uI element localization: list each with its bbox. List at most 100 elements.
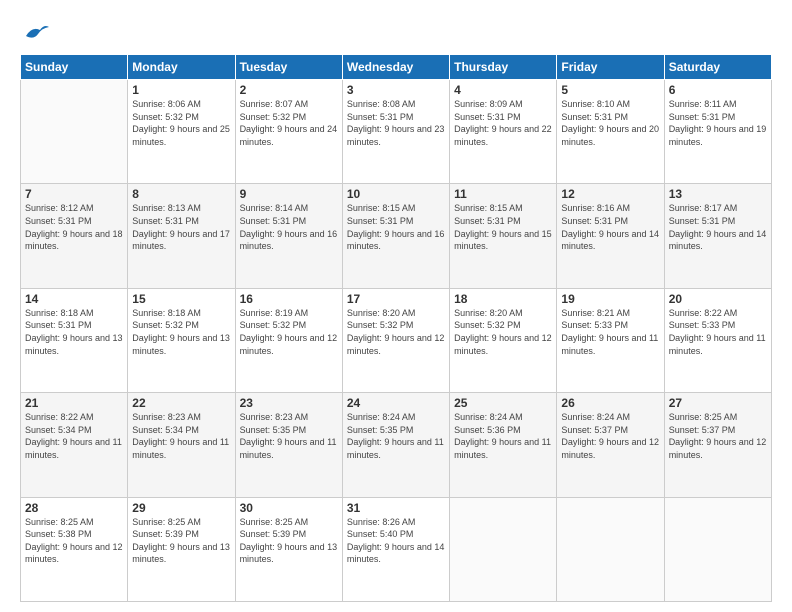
- day-info: Sunrise: 8:20 AMSunset: 5:32 PMDaylight:…: [347, 307, 445, 357]
- day-info: Sunrise: 8:26 AMSunset: 5:40 PMDaylight:…: [347, 516, 445, 566]
- calendar-cell: [450, 497, 557, 601]
- day-info: Sunrise: 8:14 AMSunset: 5:31 PMDaylight:…: [240, 202, 338, 252]
- calendar-cell: 19Sunrise: 8:21 AMSunset: 5:33 PMDayligh…: [557, 288, 664, 392]
- calendar-cell: 27Sunrise: 8:25 AMSunset: 5:37 PMDayligh…: [664, 393, 771, 497]
- calendar-cell: 8Sunrise: 8:13 AMSunset: 5:31 PMDaylight…: [128, 184, 235, 288]
- calendar-week-row: 7Sunrise: 8:12 AMSunset: 5:31 PMDaylight…: [21, 184, 772, 288]
- day-info: Sunrise: 8:25 AMSunset: 5:38 PMDaylight:…: [25, 516, 123, 566]
- day-number: 3: [347, 83, 445, 97]
- calendar-cell: 9Sunrise: 8:14 AMSunset: 5:31 PMDaylight…: [235, 184, 342, 288]
- day-info: Sunrise: 8:11 AMSunset: 5:31 PMDaylight:…: [669, 98, 767, 148]
- logo-bird-icon: [22, 22, 50, 44]
- day-number: 30: [240, 501, 338, 515]
- weekday-header: Saturday: [664, 55, 771, 80]
- day-info: Sunrise: 8:18 AMSunset: 5:32 PMDaylight:…: [132, 307, 230, 357]
- calendar-cell: 7Sunrise: 8:12 AMSunset: 5:31 PMDaylight…: [21, 184, 128, 288]
- calendar-cell: 18Sunrise: 8:20 AMSunset: 5:32 PMDayligh…: [450, 288, 557, 392]
- calendar-cell: 12Sunrise: 8:16 AMSunset: 5:31 PMDayligh…: [557, 184, 664, 288]
- calendar-cell: [664, 497, 771, 601]
- calendar-cell: 23Sunrise: 8:23 AMSunset: 5:35 PMDayligh…: [235, 393, 342, 497]
- calendar-cell: 5Sunrise: 8:10 AMSunset: 5:31 PMDaylight…: [557, 80, 664, 184]
- day-info: Sunrise: 8:13 AMSunset: 5:31 PMDaylight:…: [132, 202, 230, 252]
- day-number: 15: [132, 292, 230, 306]
- weekday-header: Friday: [557, 55, 664, 80]
- day-number: 12: [561, 187, 659, 201]
- calendar-cell: 28Sunrise: 8:25 AMSunset: 5:38 PMDayligh…: [21, 497, 128, 601]
- day-number: 28: [25, 501, 123, 515]
- calendar-week-row: 14Sunrise: 8:18 AMSunset: 5:31 PMDayligh…: [21, 288, 772, 392]
- weekday-header: Tuesday: [235, 55, 342, 80]
- day-info: Sunrise: 8:25 AMSunset: 5:39 PMDaylight:…: [132, 516, 230, 566]
- weekday-header: Monday: [128, 55, 235, 80]
- day-info: Sunrise: 8:19 AMSunset: 5:32 PMDaylight:…: [240, 307, 338, 357]
- calendar-cell: [557, 497, 664, 601]
- day-number: 10: [347, 187, 445, 201]
- day-info: Sunrise: 8:18 AMSunset: 5:31 PMDaylight:…: [25, 307, 123, 357]
- calendar-cell: 15Sunrise: 8:18 AMSunset: 5:32 PMDayligh…: [128, 288, 235, 392]
- day-number: 8: [132, 187, 230, 201]
- calendar-cell: 1Sunrise: 8:06 AMSunset: 5:32 PMDaylight…: [128, 80, 235, 184]
- calendar-cell: 16Sunrise: 8:19 AMSunset: 5:32 PMDayligh…: [235, 288, 342, 392]
- calendar-cell: 20Sunrise: 8:22 AMSunset: 5:33 PMDayligh…: [664, 288, 771, 392]
- day-number: 19: [561, 292, 659, 306]
- day-number: 29: [132, 501, 230, 515]
- day-number: 17: [347, 292, 445, 306]
- day-number: 27: [669, 396, 767, 410]
- day-info: Sunrise: 8:08 AMSunset: 5:31 PMDaylight:…: [347, 98, 445, 148]
- calendar-cell: 30Sunrise: 8:25 AMSunset: 5:39 PMDayligh…: [235, 497, 342, 601]
- calendar-cell: 14Sunrise: 8:18 AMSunset: 5:31 PMDayligh…: [21, 288, 128, 392]
- day-info: Sunrise: 8:25 AMSunset: 5:37 PMDaylight:…: [669, 411, 767, 461]
- day-info: Sunrise: 8:09 AMSunset: 5:31 PMDaylight:…: [454, 98, 552, 148]
- calendar-week-row: 28Sunrise: 8:25 AMSunset: 5:38 PMDayligh…: [21, 497, 772, 601]
- day-info: Sunrise: 8:17 AMSunset: 5:31 PMDaylight:…: [669, 202, 767, 252]
- calendar: SundayMondayTuesdayWednesdayThursdayFrid…: [20, 54, 772, 602]
- day-number: 24: [347, 396, 445, 410]
- calendar-cell: 13Sunrise: 8:17 AMSunset: 5:31 PMDayligh…: [664, 184, 771, 288]
- calendar-cell: 21Sunrise: 8:22 AMSunset: 5:34 PMDayligh…: [21, 393, 128, 497]
- day-number: 4: [454, 83, 552, 97]
- calendar-cell: 6Sunrise: 8:11 AMSunset: 5:31 PMDaylight…: [664, 80, 771, 184]
- day-info: Sunrise: 8:24 AMSunset: 5:35 PMDaylight:…: [347, 411, 445, 461]
- calendar-header-row: SundayMondayTuesdayWednesdayThursdayFrid…: [21, 55, 772, 80]
- day-info: Sunrise: 8:15 AMSunset: 5:31 PMDaylight:…: [347, 202, 445, 252]
- day-number: 5: [561, 83, 659, 97]
- calendar-cell: 22Sunrise: 8:23 AMSunset: 5:34 PMDayligh…: [128, 393, 235, 497]
- day-number: 14: [25, 292, 123, 306]
- day-info: Sunrise: 8:16 AMSunset: 5:31 PMDaylight:…: [561, 202, 659, 252]
- day-number: 11: [454, 187, 552, 201]
- calendar-week-row: 1Sunrise: 8:06 AMSunset: 5:32 PMDaylight…: [21, 80, 772, 184]
- day-number: 25: [454, 396, 552, 410]
- day-number: 6: [669, 83, 767, 97]
- logo: [20, 22, 50, 44]
- day-info: Sunrise: 8:23 AMSunset: 5:35 PMDaylight:…: [240, 411, 338, 461]
- calendar-cell: 3Sunrise: 8:08 AMSunset: 5:31 PMDaylight…: [342, 80, 449, 184]
- day-number: 26: [561, 396, 659, 410]
- day-info: Sunrise: 8:20 AMSunset: 5:32 PMDaylight:…: [454, 307, 552, 357]
- weekday-header: Sunday: [21, 55, 128, 80]
- day-info: Sunrise: 8:24 AMSunset: 5:37 PMDaylight:…: [561, 411, 659, 461]
- day-number: 21: [25, 396, 123, 410]
- weekday-header: Wednesday: [342, 55, 449, 80]
- day-number: 18: [454, 292, 552, 306]
- day-number: 23: [240, 396, 338, 410]
- calendar-cell: 2Sunrise: 8:07 AMSunset: 5:32 PMDaylight…: [235, 80, 342, 184]
- calendar-cell: 4Sunrise: 8:09 AMSunset: 5:31 PMDaylight…: [450, 80, 557, 184]
- day-number: 13: [669, 187, 767, 201]
- calendar-cell: 24Sunrise: 8:24 AMSunset: 5:35 PMDayligh…: [342, 393, 449, 497]
- day-number: 1: [132, 83, 230, 97]
- calendar-cell: 11Sunrise: 8:15 AMSunset: 5:31 PMDayligh…: [450, 184, 557, 288]
- day-info: Sunrise: 8:15 AMSunset: 5:31 PMDaylight:…: [454, 202, 552, 252]
- header: [20, 18, 772, 44]
- day-number: 9: [240, 187, 338, 201]
- day-info: Sunrise: 8:25 AMSunset: 5:39 PMDaylight:…: [240, 516, 338, 566]
- calendar-cell: 17Sunrise: 8:20 AMSunset: 5:32 PMDayligh…: [342, 288, 449, 392]
- day-number: 22: [132, 396, 230, 410]
- day-number: 2: [240, 83, 338, 97]
- calendar-cell: 26Sunrise: 8:24 AMSunset: 5:37 PMDayligh…: [557, 393, 664, 497]
- day-info: Sunrise: 8:22 AMSunset: 5:34 PMDaylight:…: [25, 411, 123, 461]
- page: SundayMondayTuesdayWednesdayThursdayFrid…: [0, 0, 792, 612]
- calendar-week-row: 21Sunrise: 8:22 AMSunset: 5:34 PMDayligh…: [21, 393, 772, 497]
- day-info: Sunrise: 8:06 AMSunset: 5:32 PMDaylight:…: [132, 98, 230, 148]
- day-number: 31: [347, 501, 445, 515]
- calendar-cell: 29Sunrise: 8:25 AMSunset: 5:39 PMDayligh…: [128, 497, 235, 601]
